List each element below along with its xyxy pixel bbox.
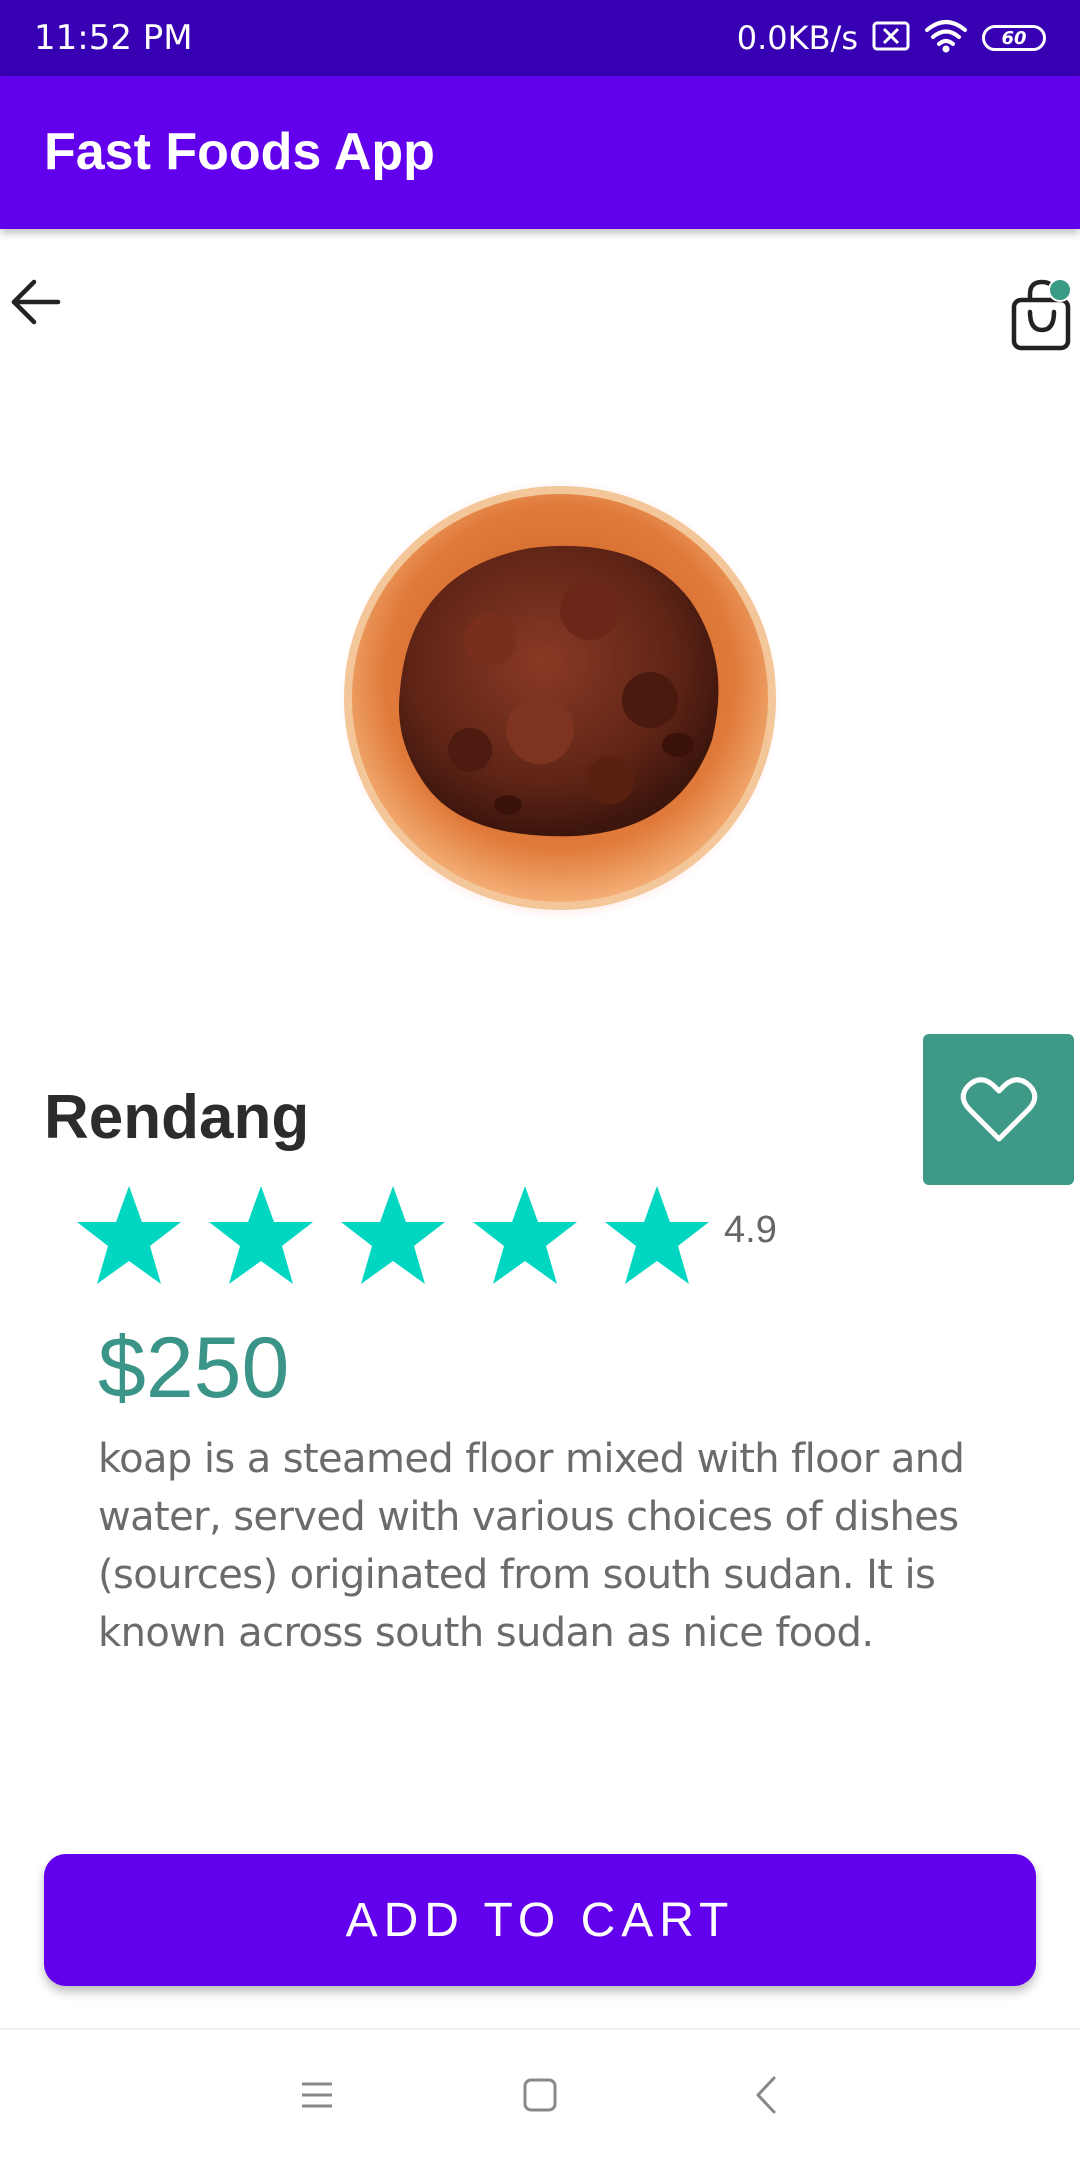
product-detail-screen: 11:52 PM 0.0KB/s 60 Fast Foods App Renda… [0,0,1080,2160]
product-name: Rendang [44,1083,310,1152]
app-bar: Fast Foods App [0,76,1080,229]
star-icon [77,1186,181,1284]
menu-icon[interactable] [292,2070,342,2120]
product-description: koap is a steamed floor mixed with floor… [98,1436,965,1656]
app-title: Fast Foods App [44,123,435,181]
cart-badge [1048,278,1072,302]
star-icon [341,1186,445,1284]
star-icon [605,1186,709,1284]
food-image [340,480,780,920]
sim-x-icon [872,21,910,56]
wifi-icon [924,19,968,58]
favorite-button[interactable] [923,1034,1074,1185]
star-icon [209,1186,313,1284]
battery-level: 60 [1001,27,1027,49]
status-bar: 11:52 PM 0.0KB/s 60 [0,0,1080,76]
rating-value: 4.9 [724,1209,777,1251]
star-icon [473,1186,577,1284]
battery-icon: 60 [982,25,1046,51]
back-arrow-icon [11,279,61,325]
heart-outline-icon [960,1076,1037,1141]
back-chevron-icon[interactable] [742,2070,792,2120]
network-speed: 0.0KB/s [736,19,858,57]
back-button[interactable] [6,272,66,332]
system-nav-bar [0,2028,1080,2160]
status-indicators: 0.0KB/s 60 [737,16,1046,60]
rating-stars [74,1184,712,1288]
status-time: 11:52 PM [34,18,193,58]
product-price: $250 [98,1320,290,1416]
add-to-cart-button[interactable]: ADD TO CART [44,1854,1036,1986]
home-square-icon[interactable] [515,2070,565,2120]
add-to-cart-label: ADD TO CART [345,1893,735,1947]
